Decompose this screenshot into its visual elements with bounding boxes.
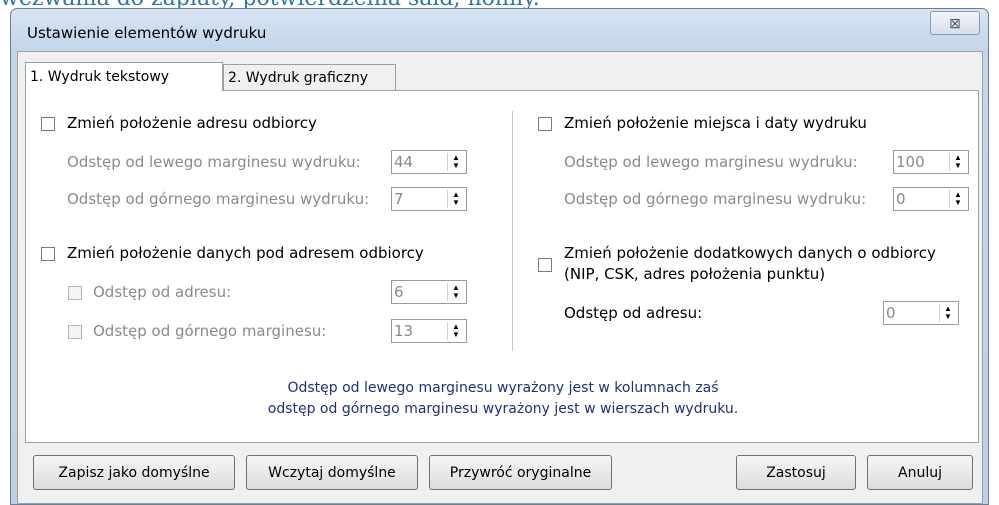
address-top-margin-spinner[interactable]: 7 ▲ ▼ bbox=[391, 187, 467, 211]
additional-data-label-line1: Zmień położenie dodatkowych danych o odb… bbox=[564, 244, 936, 262]
spinner-arrows-icon[interactable]: ▲ ▼ bbox=[447, 283, 464, 301]
spinner-arrows-icon[interactable]: ▲ ▼ bbox=[447, 190, 464, 208]
place-date-label: Zmień położenie miejsca i daty wydruku bbox=[564, 114, 867, 132]
title-bar: Ustawienie elementów wydruku ⊠ bbox=[11, 9, 988, 51]
from-address-checkbox[interactable] bbox=[68, 286, 82, 300]
address-position-checkbox[interactable] bbox=[41, 117, 55, 131]
place-date-left-margin-value: 100 bbox=[896, 153, 925, 171]
dialog-window: Ustawienie elementów wydruku ⊠ 1. Wydruk… bbox=[10, 8, 989, 505]
from-address-value: 6 bbox=[394, 283, 404, 301]
top-margin-label: Odstęp od górnego marginesu: bbox=[93, 322, 327, 340]
top-margin-spinner[interactable]: 13 ▲ ▼ bbox=[391, 319, 467, 343]
close-icon: ⊠ bbox=[949, 14, 961, 31]
spinner-arrows-icon[interactable]: ▲ ▼ bbox=[949, 153, 966, 171]
tab-text-printout[interactable]: 1. Wydruk tekstowy bbox=[25, 62, 223, 91]
place-date-top-margin-spinner[interactable]: 0 ▲ ▼ bbox=[893, 187, 969, 211]
address-left-margin-label: Odstęp od lewego marginesu wydruku: bbox=[67, 153, 361, 171]
additional-from-address-label: Odstęp od adresu: bbox=[564, 304, 703, 322]
place-date-top-margin-label: Odstęp od górnego marginesu wydruku: bbox=[564, 190, 867, 208]
restore-original-button[interactable]: Przywróć oryginalne bbox=[429, 455, 612, 490]
address-left-margin-spinner[interactable]: 44 ▲ ▼ bbox=[391, 150, 467, 174]
additional-from-address-value: 0 bbox=[886, 304, 896, 322]
top-margin-value: 13 bbox=[394, 322, 414, 340]
additional-data-checkbox[interactable] bbox=[538, 258, 552, 272]
column-divider bbox=[512, 111, 513, 351]
apply-button[interactable]: Zastosuj bbox=[736, 455, 856, 490]
info-note-line1: Odstęp od lewego marginesu wyrażony jest… bbox=[287, 380, 719, 396]
place-date-top-margin-value: 0 bbox=[896, 190, 906, 208]
from-address-label: Odstęp od adresu: bbox=[93, 283, 232, 301]
tab-graphic-printout[interactable]: 2. Wydruk graficzny bbox=[223, 64, 396, 90]
spinner-arrows-icon[interactable]: ▲ ▼ bbox=[447, 322, 464, 340]
close-button[interactable]: ⊠ bbox=[930, 11, 980, 35]
address-left-margin-value: 44 bbox=[394, 153, 414, 171]
data-under-address-label: Zmień położenie danych pod adresem odbio… bbox=[67, 244, 424, 262]
additional-from-address-spinner[interactable]: 0 ▲ ▼ bbox=[883, 301, 959, 325]
address-top-margin-label: Odstęp od górnego marginesu wydruku: bbox=[67, 190, 370, 208]
address-top-margin-value: 7 bbox=[394, 190, 404, 208]
place-date-left-margin-spinner[interactable]: 100 ▲ ▼ bbox=[893, 150, 969, 174]
load-default-button[interactable]: Wczytaj domyślne bbox=[246, 455, 418, 490]
spinner-arrows-icon[interactable]: ▲ ▼ bbox=[939, 304, 956, 322]
window-title: Ustawienie elementów wydruku bbox=[27, 24, 267, 42]
cancel-button[interactable]: Anuluj bbox=[867, 455, 973, 490]
additional-data-label-line2: (NIP, CSK, adres położenia punktu) bbox=[564, 265, 826, 283]
data-under-address-checkbox[interactable] bbox=[41, 247, 55, 261]
from-address-spinner[interactable]: 6 ▲ ▼ bbox=[391, 280, 467, 304]
dialog-client-area: 1. Wydruk tekstowy 2. Wydruk graficzny Z… bbox=[17, 51, 983, 504]
info-note-line2: odstęp od górnego marginesu wyrażony jes… bbox=[267, 401, 739, 417]
address-position-label: Zmień położenie adresu odbiorcy bbox=[67, 114, 317, 132]
tab-panel: Zmień położenie adresu odbiorcy Odstęp o… bbox=[25, 90, 979, 443]
save-default-button[interactable]: Zapisz jako domyślne bbox=[33, 455, 235, 490]
top-margin-checkbox[interactable] bbox=[68, 325, 82, 339]
place-date-checkbox[interactable] bbox=[538, 117, 552, 131]
spinner-arrows-icon[interactable]: ▲ ▼ bbox=[447, 153, 464, 171]
place-date-left-margin-label: Odstęp od lewego marginesu wydruku: bbox=[564, 153, 858, 171]
spinner-arrows-icon[interactable]: ▲ ▼ bbox=[949, 190, 966, 208]
